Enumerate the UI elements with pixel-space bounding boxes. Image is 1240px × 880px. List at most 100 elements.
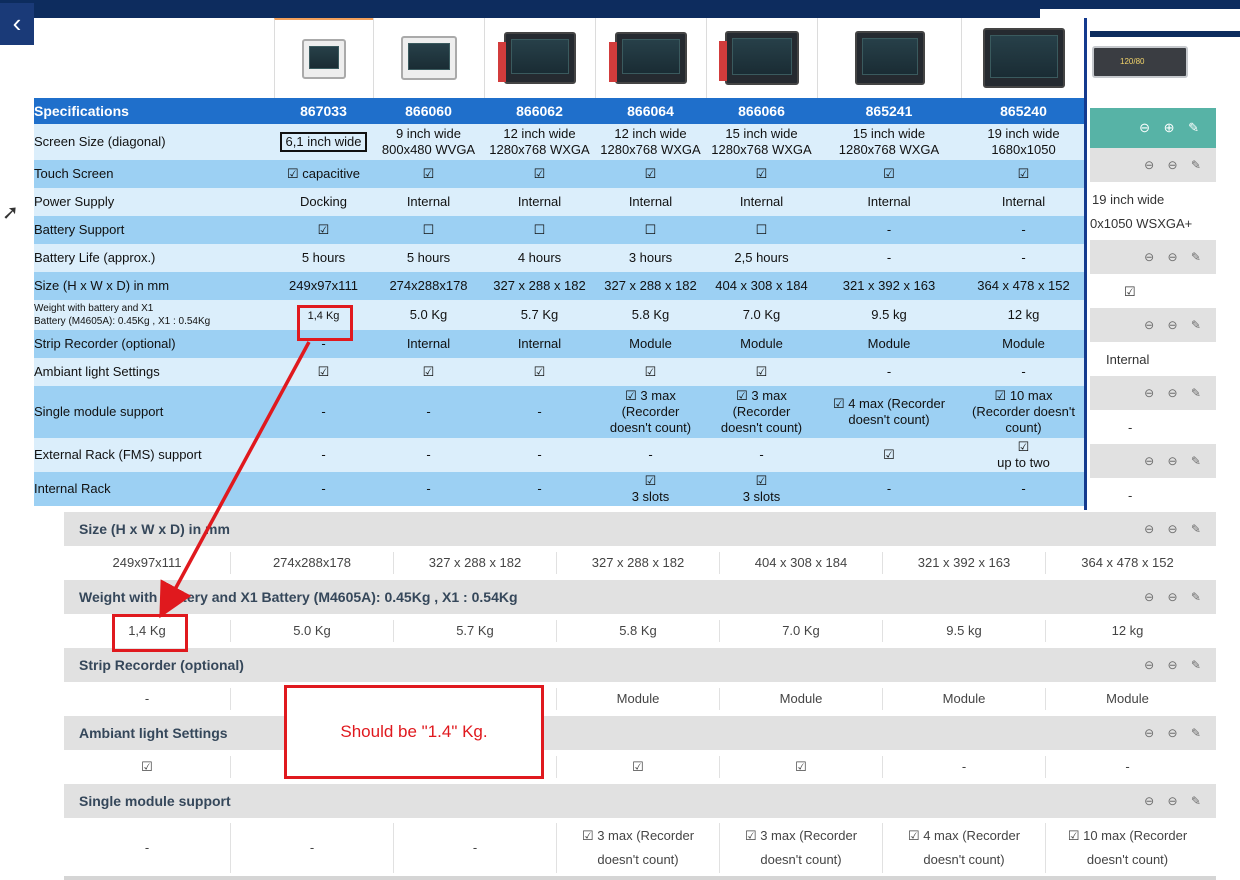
spec-value: 5.8 Kg <box>595 300 706 330</box>
spec-label: Weight with battery and X1 Battery (M460… <box>34 300 274 330</box>
section-tool-icons[interactable]: ⊖ ⊕ ✎ <box>1139 108 1204 148</box>
spec-value: ☑ <box>961 160 1086 188</box>
spec-row: Single module support - - - ☑ 3 max (Recorde… <box>34 386 1086 438</box>
spec-value: 15 inch wide 1280x768 WXGA <box>706 124 817 160</box>
table-row: - Module Module Module Module <box>64 682 1216 716</box>
spec-value: - <box>373 438 484 472</box>
section-tool-icons[interactable]: ⊖ ⊖ ✎ <box>1144 580 1206 614</box>
row-tool-icons[interactable]: ⊖ ⊖ ✎ <box>1144 240 1206 274</box>
spec-value: 5.7 Kg <box>484 300 595 330</box>
row-tool-icons[interactable]: ⊖ ⊖ ✎ <box>1144 444 1206 478</box>
spec-value: 12 kg <box>961 300 1086 330</box>
spec-value: 6,1 inch wide <box>274 124 373 160</box>
spec-value: Module <box>595 330 706 358</box>
table-cell: - <box>394 823 557 873</box>
table-cell: 12 kg <box>1111 623 1144 638</box>
table-cell: 321 x 392 x 163 <box>883 552 1046 574</box>
spec-value: - <box>961 216 1086 244</box>
product-image-865240 <box>961 18 1085 98</box>
spec-value: - <box>373 472 484 506</box>
spec-value: Internal <box>595 188 706 216</box>
spec-value: - <box>274 472 373 506</box>
resolution-text: 0x1050 WSXGA+ <box>1090 216 1193 231</box>
spec-value: Internal <box>373 188 484 216</box>
table-cell: - <box>64 688 231 710</box>
spec-value: ☑ <box>595 160 706 188</box>
spec-value: - <box>274 386 373 438</box>
table-cell: - <box>1125 759 1130 774</box>
spec-row: Size (H x W x D) in mm 249x97x111 274x288x… <box>34 272 1086 300</box>
model-number: 866060 <box>373 98 484 124</box>
spec-value: - <box>961 244 1086 272</box>
spec-value: ☑ 4 max (Recorder doesn't count) <box>817 386 961 438</box>
spec-value: Internal <box>817 188 961 216</box>
row-header: ⊖ ⊖ ✎ <box>1088 376 1216 410</box>
product-image-867033 <box>274 18 373 98</box>
spec-label: Internal Rack <box>34 472 274 506</box>
table-cell: ☑ <box>557 756 720 778</box>
table-cell: - <box>64 823 231 873</box>
spec-value: ☐ <box>595 216 706 244</box>
model-number: 865240 <box>961 98 1086 124</box>
table-cell: 5.8 Kg <box>557 620 720 642</box>
section-tool-icons[interactable]: ⊖ ⊖ ✎ <box>1144 512 1206 546</box>
section-tool-icons[interactable]: ⊖ ⊖ ✎ <box>1144 784 1206 818</box>
spec-label: External Rack (FMS) support <box>34 438 274 472</box>
spec-value: - <box>484 438 595 472</box>
spec-value: - <box>817 216 961 244</box>
spec-value: 3 hours <box>595 244 706 272</box>
highlight-box-overlay-weight <box>297 305 353 341</box>
recorder-text: Internal <box>1106 352 1150 367</box>
table-cell: 274x288x178 <box>231 552 394 574</box>
model-number: 867033 <box>274 98 373 124</box>
spec-value: 5.0 Kg <box>373 300 484 330</box>
dash-text: - <box>1128 420 1133 435</box>
screen-size-text: 19 inch wide <box>1092 192 1165 207</box>
spec-value: 5 hours <box>274 244 373 272</box>
spec-value: Internal <box>484 188 595 216</box>
spec-value: - <box>595 438 706 472</box>
spec-label: Size (H x W x D) in mm <box>34 272 274 300</box>
spec-value: ☑ <box>274 216 373 244</box>
spec-value: ☑ <box>817 160 961 188</box>
back-button[interactable]: ‹ <box>0 3 34 45</box>
row-header: ⊖ ⊖ ✎ <box>1088 240 1216 274</box>
product-image-866066 <box>706 18 817 98</box>
spec-value: 19 inch wide 1680x1050 <box>961 124 1086 160</box>
section-tool-icons[interactable]: ⊖ ⊖ ✎ <box>1144 648 1206 682</box>
spec-value: ☑ <box>595 358 706 386</box>
spec-value: - <box>274 438 373 472</box>
spec-label: Battery Support <box>34 216 274 244</box>
spec-row: Battery Support ☑ ☐ ☐ ☐ ☐ - - <box>34 216 1086 244</box>
spec-value: Internal <box>373 330 484 358</box>
row-tool-icons[interactable]: ⊖ ⊖ ✎ <box>1144 376 1206 410</box>
monitor-image: 120/80 <box>1092 46 1188 78</box>
product-image-865241 <box>817 18 961 98</box>
section-tool-icons[interactable]: ⊖ ⊖ ✎ <box>1144 716 1206 750</box>
spec-value: Internal <box>961 188 1086 216</box>
spec-value: ☐ <box>484 216 595 244</box>
spec-label: Single module support <box>34 386 274 438</box>
spec-value: ☑ <box>373 358 484 386</box>
row-tool-icons[interactable]: ⊖ ⊖ ✎ <box>1144 308 1206 342</box>
spec-value: Module <box>961 330 1086 358</box>
model-number: 866062 <box>484 98 595 124</box>
table-row: 1,4 Kg 5.0 Kg 5.7 Kg 5.8 Kg 7.0 Kg 9.5 kg 12 k… <box>64 614 1216 648</box>
spec-row: Power Supply Docking Internal Internal Inter… <box>34 188 1086 216</box>
table-cell: ☑ 3 max (Recorder doesn't count) <box>720 823 883 873</box>
spec-value: - <box>817 244 961 272</box>
table-cell: Module <box>557 688 720 710</box>
spec-value: ☑ up to two <box>961 438 1086 472</box>
spec-value: - <box>961 472 1086 506</box>
spec-value: ☑ 3 max (Recorder doesn't count) <box>706 386 817 438</box>
spec-value: - <box>817 472 961 506</box>
spec-value: 9.5 kg <box>817 300 961 330</box>
spec-value: - <box>961 358 1086 386</box>
spec-label: Screen Size (diagonal) <box>34 124 274 160</box>
background-page-right-strip: 120/80 ⊖ ⊕ ✎ ⊖ ⊖ ✎ 19 inch wide 0x1050 W… <box>1088 40 1240 510</box>
spec-value: 327 x 288 x 182 <box>484 272 595 300</box>
row-tool-icons[interactable]: ⊖ ⊖ ✎ <box>1144 148 1206 182</box>
selected-cell[interactable]: 6,1 inch wide <box>279 132 368 152</box>
spec-row: Ambiant light Settings ☑ ☑ ☑ ☑ ☑ - - <box>34 358 1086 386</box>
spec-value: 327 x 288 x 182 <box>595 272 706 300</box>
